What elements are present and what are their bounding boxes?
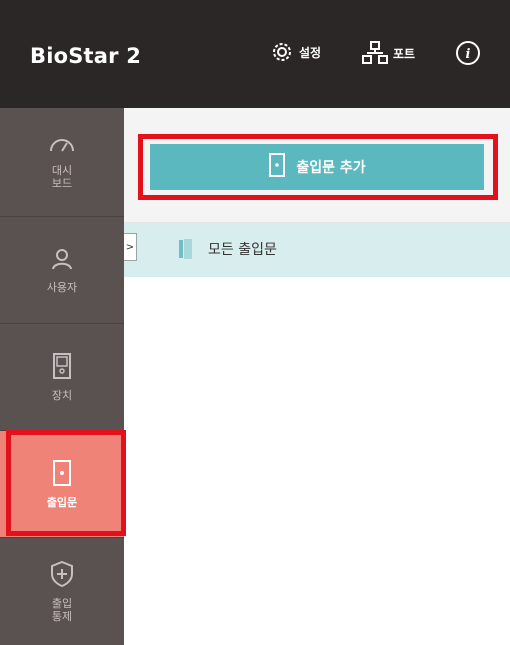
- sidebar-nav: 대시 보드 사용자 장치 출입문 출입 통제: [0, 108, 124, 645]
- sidebar-item-users[interactable]: 사용자: [0, 217, 124, 324]
- door-group-label: 모든 출입문: [208, 242, 277, 258]
- port-label: 포트: [393, 46, 416, 61]
- brand-logo[interactable]: BioStar 2: [30, 44, 141, 68]
- device-icon: [52, 352, 72, 383]
- sidebar-item-access-control[interactable]: 출입 통제: [0, 538, 124, 645]
- gear-icon: [270, 40, 294, 64]
- info-menu[interactable]: i: [455, 40, 481, 66]
- add-door-label: 출입문 추가: [296, 160, 366, 176]
- door-group-icon: [178, 238, 194, 264]
- network-icon: [362, 40, 388, 66]
- sidebar-item-label: 통제: [51, 609, 73, 623]
- settings-label: 설정: [299, 45, 322, 60]
- sidebar-item-label: 장치: [51, 388, 73, 402]
- info-icon: i: [455, 40, 481, 66]
- tree-expand-toggle[interactable]: >: [124, 233, 137, 261]
- user-icon: [50, 247, 74, 275]
- sidebar-item-label: 출입문: [46, 495, 78, 509]
- top-header: BioStar 2 설정 포트 i: [0, 0, 510, 108]
- sidebar-item-label: 대시: [51, 164, 73, 177]
- svg-text:i: i: [466, 47, 471, 62]
- settings-menu[interactable]: 설정: [270, 40, 321, 64]
- add-door-button[interactable]: 출입문 추가: [150, 144, 484, 190]
- port-menu[interactable]: 포트: [362, 40, 415, 66]
- sidebar-item-label: 출입: [51, 596, 73, 610]
- sidebar-item-label: 보드: [51, 177, 73, 190]
- action-toolbar: 출입문 추가: [124, 108, 510, 223]
- main-content: 출입문 추가 > 모든 출입문: [124, 108, 510, 645]
- sidebar-item-label: 사용자: [46, 280, 78, 294]
- door-icon: [52, 459, 72, 490]
- shield-plus-icon: [50, 560, 74, 591]
- door-group-row[interactable]: > 모든 출입문: [124, 223, 510, 277]
- sidebar-item-doors[interactable]: 출입문: [0, 431, 124, 538]
- sidebar-item-devices[interactable]: 장치: [0, 324, 124, 431]
- door-icon: [268, 153, 296, 181]
- gauge-icon: [48, 134, 76, 158]
- sidebar-item-dashboard[interactable]: 대시 보드: [0, 108, 124, 217]
